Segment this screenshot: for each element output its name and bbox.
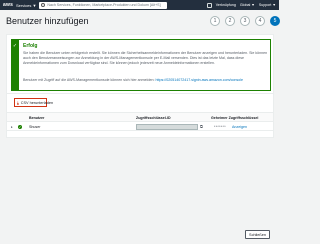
step-1[interactable]: 1 bbox=[210, 16, 220, 26]
table-header: Benutzer Zugriffsschlüssel-ID Geheimer Z… bbox=[7, 113, 273, 122]
secret-key-mask: ******* bbox=[214, 125, 226, 129]
wizard-steps: 1 2 3 4 5 bbox=[210, 16, 280, 26]
success-alert: ✓ Erfolg Sie haben die Benutzer unten er… bbox=[11, 39, 271, 91]
services-menu[interactable]: Services ▼ bbox=[16, 3, 36, 8]
aws-logo[interactable]: aws bbox=[3, 2, 13, 8]
download-csv-label: CSV herunterladen bbox=[20, 100, 54, 105]
download-csv-button[interactable]: ⤓ CSV herunterladen bbox=[14, 98, 53, 107]
table-row: ▸ ✓ Shuser ⧉ ******* Anzeigen bbox=[7, 122, 273, 131]
search-icon bbox=[41, 3, 46, 7]
cloudshell-icon[interactable] bbox=[206, 2, 212, 8]
page-title: Benutzer hinzufügen bbox=[6, 16, 89, 26]
top-navigation-bar: aws Services ▼ Nach Services, Funktionen… bbox=[0, 0, 279, 10]
close-button[interactable]: Schließen bbox=[245, 230, 270, 239]
search-placeholder: Nach Services, Funktionen, Marketplace-P… bbox=[47, 3, 161, 7]
copy-icon[interactable]: ⧉ bbox=[200, 124, 203, 129]
check-circle-icon: ✓ bbox=[12, 43, 18, 49]
region-menu[interactable]: Global ▼ bbox=[240, 3, 255, 7]
step-5[interactable]: 5 bbox=[270, 16, 280, 26]
step-2[interactable]: 2 bbox=[225, 16, 235, 26]
step-3[interactable]: 3 bbox=[240, 16, 250, 26]
header-access-key-id[interactable]: Zugriffsschlüssel-ID bbox=[136, 116, 171, 120]
user-name: Shuser bbox=[29, 125, 41, 129]
download-icon: ⤓ bbox=[17, 100, 19, 105]
success-message: Sie haben die Benutzer unten erfolgreich… bbox=[23, 51, 268, 65]
account-menu[interactable]: Verknüpfung bbox=[216, 3, 236, 7]
access-key-id-redacted bbox=[136, 123, 198, 130]
support-menu[interactable]: Support ▼ bbox=[259, 3, 276, 7]
show-secret-link[interactable]: Anzeigen bbox=[232, 125, 247, 129]
console-login-link[interactable]: https://020514072417.signin.aws.amazon.c… bbox=[155, 78, 243, 82]
result-panel: ✓ Erfolg Sie haben die Benutzer unten er… bbox=[6, 34, 274, 94]
header-user[interactable]: Benutzer bbox=[29, 116, 44, 120]
search-input[interactable]: Nach Services, Funktionen, Marketplace-P… bbox=[39, 1, 168, 9]
expand-row-icon[interactable]: ▸ bbox=[11, 125, 13, 129]
login-info: Benutzer mit Zugriff auf die AWS-Managem… bbox=[23, 78, 271, 83]
top-right-menu: Verknüpfung Global ▼ Support ▼ bbox=[206, 2, 276, 8]
users-table: Benutzer Zugriffsschlüssel-ID Geheimer Z… bbox=[6, 112, 274, 138]
header-secret-access-key[interactable]: Geheimer Zugriffsschlüssel bbox=[211, 116, 258, 120]
success-status-icon: ✓ bbox=[18, 124, 22, 129]
login-text: Benutzer mit Zugriff auf die AWS-Managem… bbox=[23, 78, 155, 82]
success-title: Erfolg bbox=[23, 43, 38, 49]
step-4[interactable]: 4 bbox=[255, 16, 265, 26]
